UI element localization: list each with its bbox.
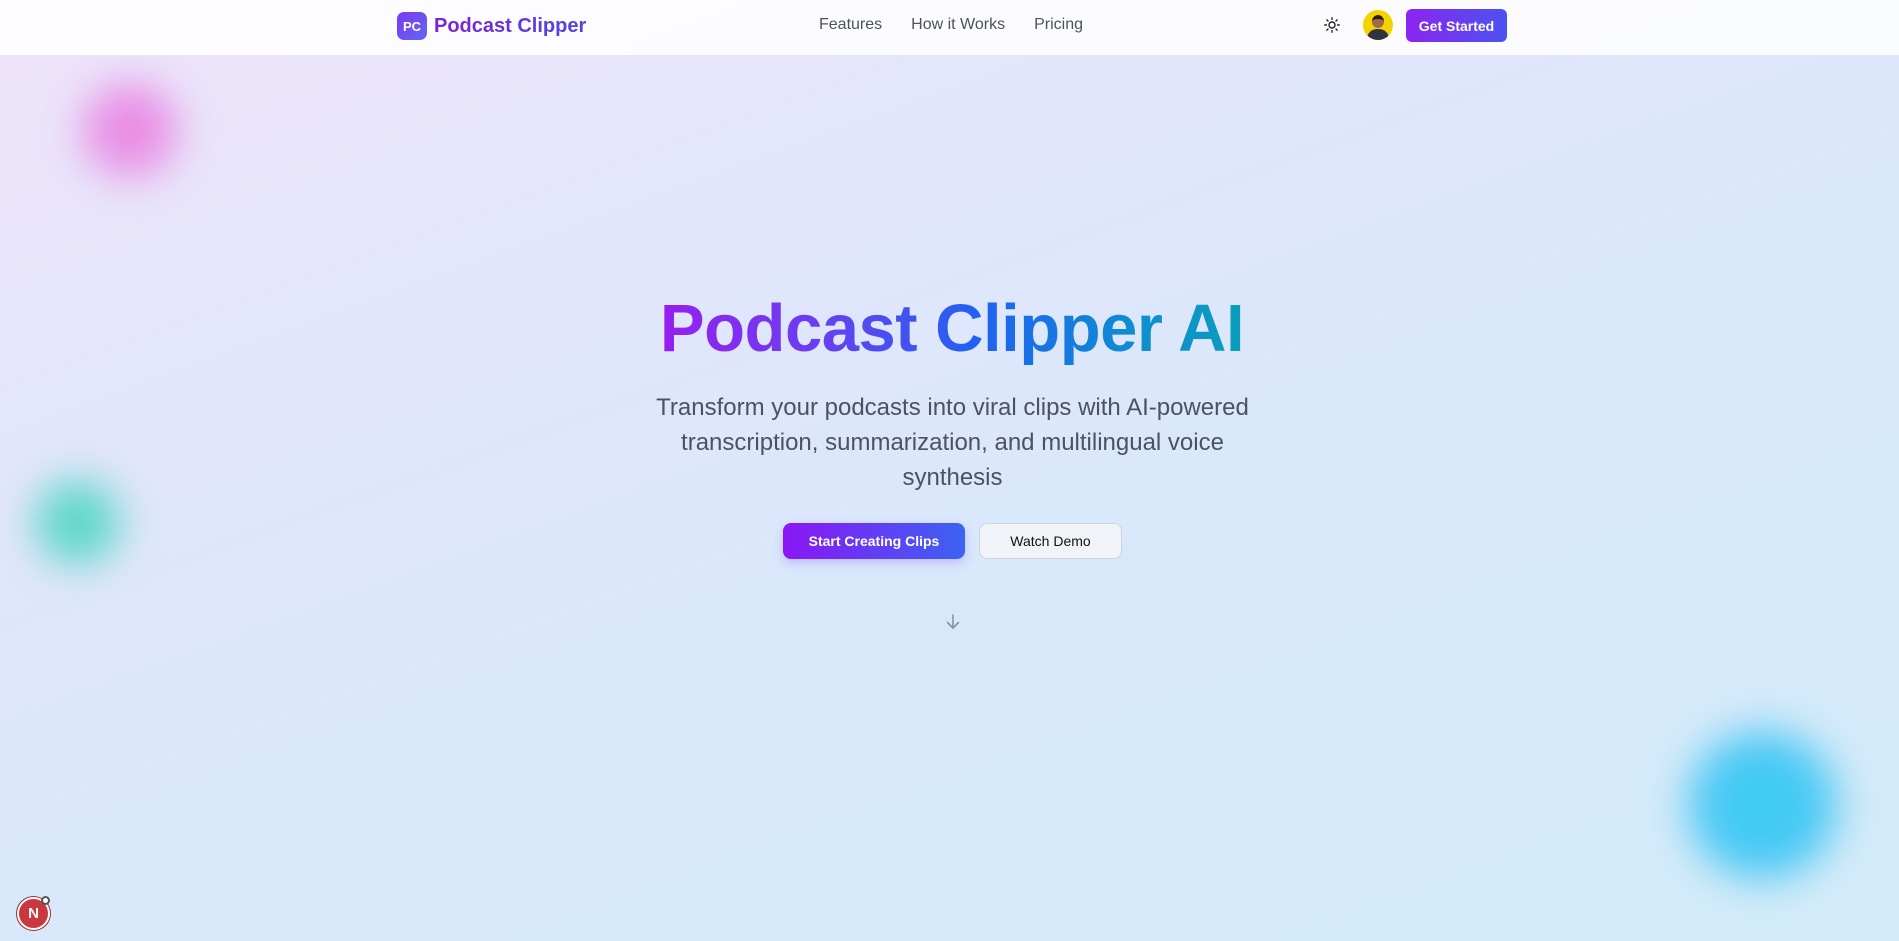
start-creating-clips-button[interactable]: Start Creating Clips <box>783 523 965 559</box>
main-nav: Features How it Works Pricing <box>819 16 1112 34</box>
dev-tools-indicator-dot <box>41 896 50 905</box>
decorative-teal-blob <box>25 470 130 575</box>
brand-logo[interactable]: PC Podcast Clipper <box>397 12 586 40</box>
hero-title: Podcast Clipper AI <box>642 290 1262 367</box>
avatar-body <box>1367 29 1389 40</box>
arrow-down-icon[interactable] <box>944 613 962 631</box>
brand-badge: PC <box>397 12 427 40</box>
nav-link-how-it-works[interactable]: How it Works <box>911 16 1005 34</box>
decorative-pink-blob <box>70 75 190 185</box>
sun-icon[interactable] <box>1322 15 1342 35</box>
nav-link-pricing[interactable]: Pricing <box>1034 16 1083 34</box>
top-navbar: PC Podcast Clipper Features How it Works… <box>0 0 1899 56</box>
watch-demo-button[interactable]: Watch Demo <box>979 523 1122 559</box>
avatar-head <box>1372 15 1384 28</box>
user-avatar[interactable] <box>1363 10 1393 40</box>
decorative-blue-blob <box>1675 720 1850 890</box>
nav-link-features[interactable]: Features <box>819 16 882 34</box>
get-started-button[interactable]: Get Started <box>1406 9 1507 42</box>
brand-name: Podcast Clipper <box>434 14 587 37</box>
hero-subtitle: Transform your podcasts into viral clips… <box>656 394 1249 491</box>
